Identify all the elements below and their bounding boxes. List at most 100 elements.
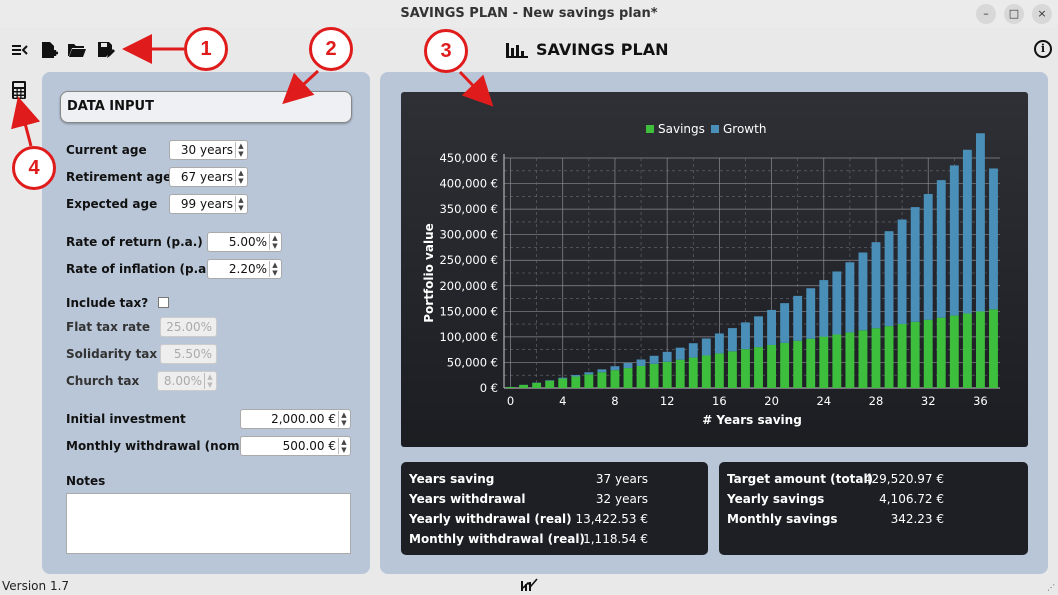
monthly-withdrawal-spinbox[interactable]: 500.00 € ▲ ▼ — [240, 436, 351, 456]
initial-investment-label: Initial investment — [66, 412, 186, 426]
savings-bar — [688, 357, 698, 388]
include-tax-checkbox[interactable] — [158, 297, 169, 308]
spin-arrows-icon[interactable]: ▲ ▼ — [269, 234, 280, 250]
notes-textarea[interactable] — [66, 493, 351, 554]
current-age-label: Current age — [66, 143, 147, 157]
church-tax-value: 8.00% — [163, 374, 202, 388]
monthly-withdrawal-real-label: Monthly withdrawal (real) — [409, 532, 585, 546]
savings-bar — [532, 382, 542, 388]
growth-bar — [936, 180, 946, 318]
growth-bar — [741, 322, 750, 350]
savings-bar — [936, 317, 946, 388]
spin-arrows-icon[interactable]: ▲ ▼ — [235, 142, 246, 158]
target-amount-label: Target amount (total) — [727, 472, 874, 486]
savings-bar — [858, 330, 868, 388]
minimize-button[interactable]: – — [976, 4, 996, 24]
close-button[interactable]: × — [1032, 4, 1052, 24]
bar-chart-icon — [506, 42, 528, 58]
x-tick-label: 4 — [559, 394, 566, 408]
save-as-icon[interactable] — [96, 40, 116, 60]
y-tick-label: 150,000 € — [439, 304, 498, 318]
annotation-marker-1: 1 — [184, 27, 228, 71]
portfolio-chart: 0 € 50,000 € 100,000 € 150,000 € 200,000 € 25… — [422, 122, 1000, 427]
savings-bar — [649, 363, 659, 388]
sidebar-collapse-icon[interactable] — [10, 40, 30, 60]
y-tick-label: 400,000 € — [439, 177, 498, 191]
info-icon[interactable]: i — [1034, 40, 1052, 58]
savings-bar — [793, 340, 803, 388]
growth-bar — [858, 252, 868, 331]
x-tick-label: 20 — [764, 394, 779, 408]
y-tick-label: 450,000 € — [439, 151, 498, 165]
savings-bar — [597, 372, 607, 388]
annotation-marker-3: 3 — [424, 29, 468, 73]
expected-age-value: 99 years — [180, 197, 233, 211]
church-tax-label: Church tax — [66, 374, 140, 388]
chart-area: 0 € 50,000 € 100,000 € 150,000 € 200,000 € 25… — [401, 92, 1028, 447]
yearly-savings-label: Yearly savings — [727, 492, 825, 506]
rate-of-return-label: Rate of return (p.a.) — [66, 235, 203, 249]
flat-tax-rate-label: Flat tax rate — [66, 320, 150, 334]
retirement-age-spinbox[interactable]: 67 years ▲ ▼ — [169, 167, 248, 187]
open-folder-icon[interactable] — [67, 40, 87, 60]
x-tick-label: 24 — [816, 394, 831, 408]
savings-bar — [910, 321, 920, 388]
monthly-withdrawal-label: Monthly withdrawal (nom.) — [66, 439, 250, 453]
growth-bar — [910, 207, 920, 322]
window-title: SAVINGS PLAN - New savings plan* — [400, 6, 658, 21]
spin-arrows-icon[interactable]: ▲ ▼ — [235, 196, 246, 212]
growth-bar — [845, 262, 855, 333]
y-tick-label: 100,000 € — [439, 330, 498, 344]
rate-of-return-spinbox[interactable]: 5.00% ▲ ▼ — [207, 232, 282, 252]
notes-label: Notes — [66, 474, 106, 488]
savings-bar — [989, 309, 998, 388]
y-tick-label: 0 € — [480, 381, 498, 395]
calculator-icon[interactable] — [11, 80, 27, 100]
x-tick-label: 16 — [712, 394, 727, 408]
growth-bar — [780, 303, 790, 343]
retirement-age-value: 67 years — [180, 170, 233, 184]
growth-bar — [989, 168, 998, 310]
x-tick-label: 8 — [611, 394, 618, 408]
monthly-withdrawal-value: 500.00 € — [282, 439, 336, 453]
growth-bar — [793, 295, 803, 341]
monthly-savings-label: Monthly savings — [727, 512, 838, 526]
years-saving-value: 37 years — [595, 472, 648, 486]
maximize-button[interactable]: □ — [1004, 4, 1024, 24]
yearly-withdrawal-value: 13,422.53 € — [575, 512, 648, 526]
y-axis-title: Portfolio value — [422, 223, 436, 323]
current-age-spinbox[interactable]: 30 years ▲ ▼ — [169, 140, 248, 160]
savings-bar — [506, 386, 515, 388]
legend-swatch-savings — [646, 125, 654, 133]
savings-bar — [623, 368, 633, 388]
legend-label-growth: Growth — [723, 122, 766, 136]
resize-grip-icon[interactable]: ⋰ — [1047, 583, 1055, 592]
savings-bar — [727, 351, 737, 388]
growth-bar — [884, 231, 894, 327]
y-tick-label: 350,000 € — [439, 202, 498, 216]
expected-age-spinbox[interactable]: 99 years ▲ ▼ — [169, 194, 248, 214]
initial-investment-spinbox[interactable]: 2,000.00 € ▲ ▼ — [240, 409, 351, 429]
growth-bar — [597, 369, 607, 373]
spin-arrows-icon[interactable]: ▲ ▼ — [338, 438, 349, 454]
growth-bar — [701, 338, 711, 356]
solidarity-tax-field: 5.50% — [160, 344, 217, 364]
savings-bar — [819, 336, 829, 388]
y-tick-label: 300,000 € — [439, 228, 498, 242]
growth-bar — [767, 309, 777, 345]
rate-of-inflation-spinbox[interactable]: 2.20% ▲ ▼ — [207, 259, 282, 279]
savings-bar — [519, 384, 529, 388]
spin-arrows-icon[interactable]: ▲ ▼ — [338, 411, 349, 427]
y-tick-label: 50,000 € — [447, 355, 498, 369]
years-withdrawal-label: Years withdrawal — [409, 492, 526, 506]
growth-bar — [558, 377, 568, 379]
new-file-icon[interactable] — [39, 40, 59, 60]
growth-bar — [714, 333, 724, 354]
growth-bar — [754, 316, 763, 348]
spin-arrows-icon[interactable]: ▲ ▼ — [235, 169, 246, 185]
savings-bar — [975, 311, 985, 388]
growth-bar — [623, 362, 633, 369]
spin-arrows-icon[interactable]: ▲ ▼ — [269, 261, 280, 277]
y-tick-label: 200,000 € — [439, 279, 498, 293]
growth-bar — [545, 380, 555, 381]
